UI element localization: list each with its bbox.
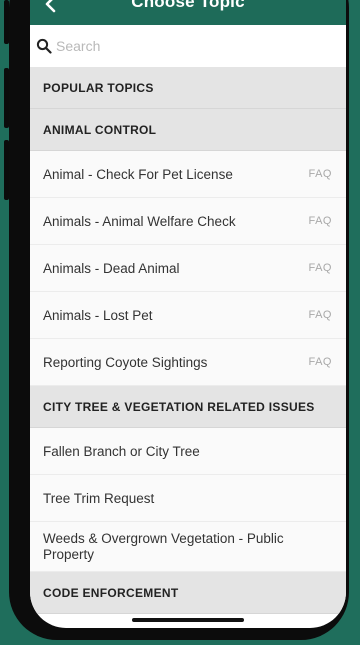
side-button — [4, 140, 9, 200]
nav-header: Choose Topic — [30, 0, 346, 25]
search-input[interactable] — [56, 35, 326, 57]
item-label: Tree Trim Request — [43, 490, 155, 506]
faq-badge: FAQ — [308, 262, 332, 274]
side-button — [4, 68, 9, 128]
item-label: Animals - Lost Pet — [43, 307, 153, 323]
search-icon — [36, 38, 52, 54]
item-label: Animals - Dead Animal — [43, 260, 180, 276]
faq-badge: FAQ — [308, 309, 332, 321]
list-item[interactable]: Animals - Lost Pet FAQ — [30, 292, 346, 339]
topic-list[interactable]: POPULAR TOPICS ANIMAL CONTROL Animal - C… — [30, 67, 346, 614]
section-header-popular: POPULAR TOPICS — [30, 67, 346, 109]
list-item[interactable]: Fallen Branch or City Tree — [30, 428, 346, 475]
item-label: Weeds & Overgrown Vegetation - Public Pr… — [43, 530, 284, 562]
list-item[interactable]: Weeds & Overgrown Vegetation - Public Pr… — [30, 522, 346, 572]
item-label: Animals - Animal Welfare Check — [43, 213, 236, 229]
item-label: Reporting Coyote Sightings — [43, 354, 208, 370]
item-label: Animal - Check For Pet License — [43, 166, 233, 182]
faq-badge: FAQ — [308, 356, 332, 368]
list-item[interactable]: Tree Trim Request — [30, 475, 346, 522]
section-header-animal-control: ANIMAL CONTROL — [30, 109, 346, 151]
list-item[interactable]: Reporting Coyote Sightings FAQ — [30, 339, 346, 386]
list-item[interactable]: Animals - Animal Welfare Check FAQ — [30, 198, 346, 245]
faq-badge: FAQ — [308, 215, 332, 227]
home-indicator — [132, 618, 244, 622]
item-label: Fallen Branch or City Tree — [43, 443, 200, 459]
page-title: Choose Topic — [131, 0, 245, 11]
side-button — [4, 0, 9, 44]
faq-badge: FAQ — [308, 168, 332, 180]
search-bar[interactable] — [30, 25, 346, 68]
list-item[interactable]: Animal - Check For Pet License FAQ — [30, 151, 346, 198]
list-item[interactable]: Animals - Dead Animal FAQ — [30, 245, 346, 292]
section-header-code-enforcement: CODE ENFORCEMENT — [30, 572, 346, 614]
app-screen: Choose Topic POPULAR TOPICS ANIMAL CONTR… — [30, 0, 346, 628]
section-header-city-tree: CITY TREE & VEGETATION RELATED ISSUES — [30, 386, 346, 428]
